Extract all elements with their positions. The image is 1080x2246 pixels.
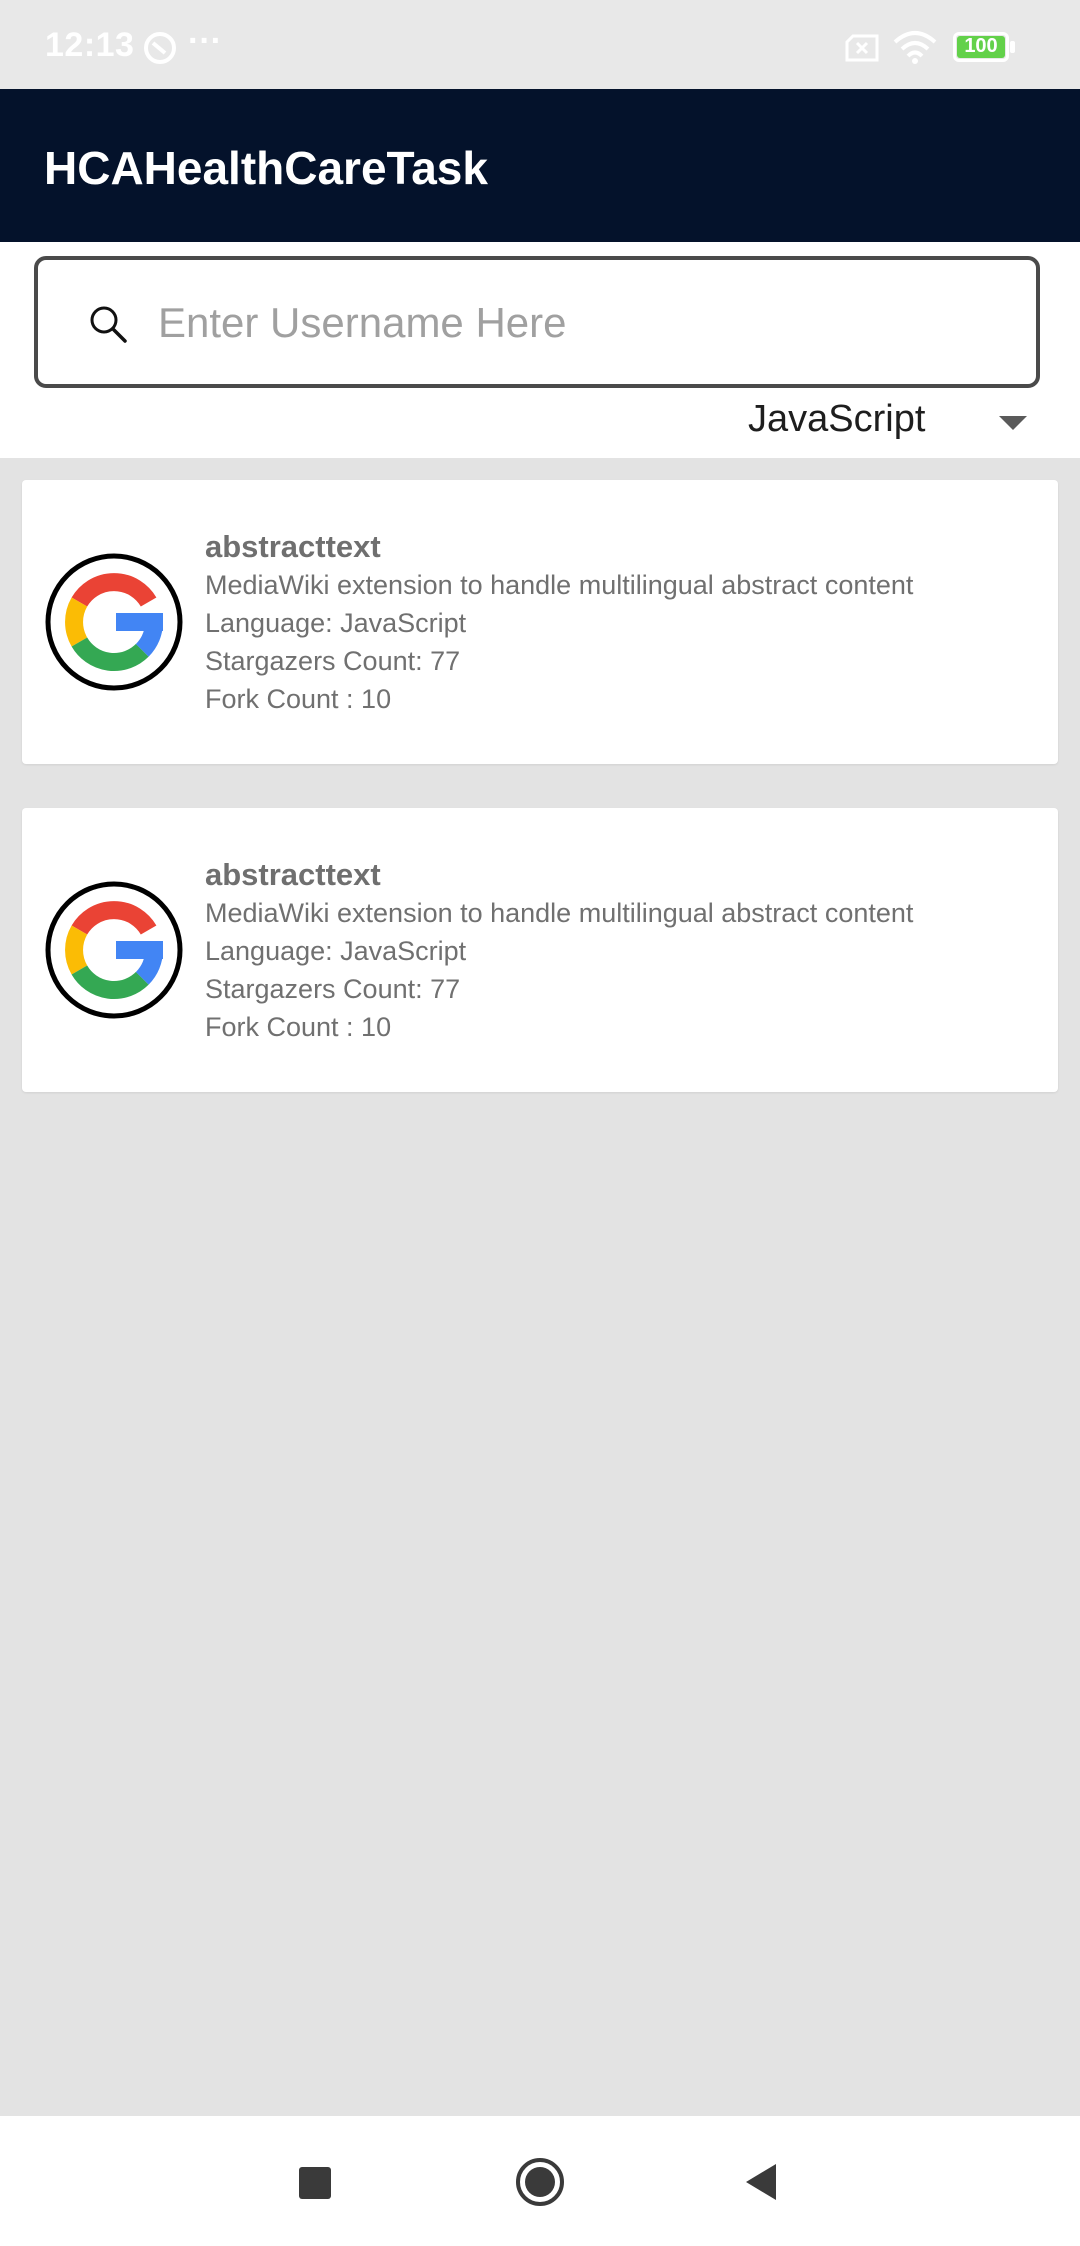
repo-card[interactable]: abstracttext MediaWiki extension to hand… [22,480,1058,764]
repo-info: abstracttext MediaWiki extension to hand… [205,856,913,1046]
sim-missing-icon [845,34,879,62]
repo-name: abstracttext [205,529,381,564]
repo-forks: Fork Count : 10 [205,684,392,714]
search-box[interactable] [34,256,1040,388]
search-area: JavaScript [0,242,1080,458]
system-navigation-bar [0,2116,1080,2246]
repo-name: abstracttext [205,857,381,892]
google-logo-avatar [45,553,183,691]
back-button[interactable] [744,2162,778,2202]
recents-button[interactable] [298,2166,332,2200]
sync-status-icon [144,32,176,64]
app-title: HCAHealthCareTask [44,142,488,194]
wifi-icon [893,31,937,64]
repo-description: MediaWiki extension to handle multilingu… [205,898,914,928]
search-icon [90,306,127,343]
google-logo-avatar [45,881,183,1019]
language-dropdown[interactable]: JavaScript [730,394,1050,450]
repo-stargazers: Stargazers Count: 77 [205,974,461,1004]
repo-stargazers: Stargazers Count: 77 [205,646,461,676]
repo-language: Language: JavaScript [205,608,467,638]
more-notifications-icon: ··· [188,22,222,60]
status-bar: 12:13 ··· 100 [0,0,1080,89]
battery-icon: 100 [953,32,1015,62]
username-search-input[interactable] [156,282,1020,364]
repo-description: MediaWiki extension to handle multilingu… [205,570,914,600]
language-dropdown-value: JavaScript [748,398,926,440]
app-bar: HCAHealthCareTask [0,89,1080,242]
repo-card[interactable]: abstracttext MediaWiki extension to hand… [22,808,1058,1092]
repo-forks: Fork Count : 10 [205,1012,392,1042]
battery-level: 100 [964,35,998,57]
dropdown-arrow-icon [999,416,1027,430]
home-button[interactable] [514,2156,566,2208]
repo-info: abstracttext MediaWiki extension to hand… [205,528,913,718]
status-time: 12:13 [45,26,135,64]
repo-language: Language: JavaScript [205,936,467,966]
